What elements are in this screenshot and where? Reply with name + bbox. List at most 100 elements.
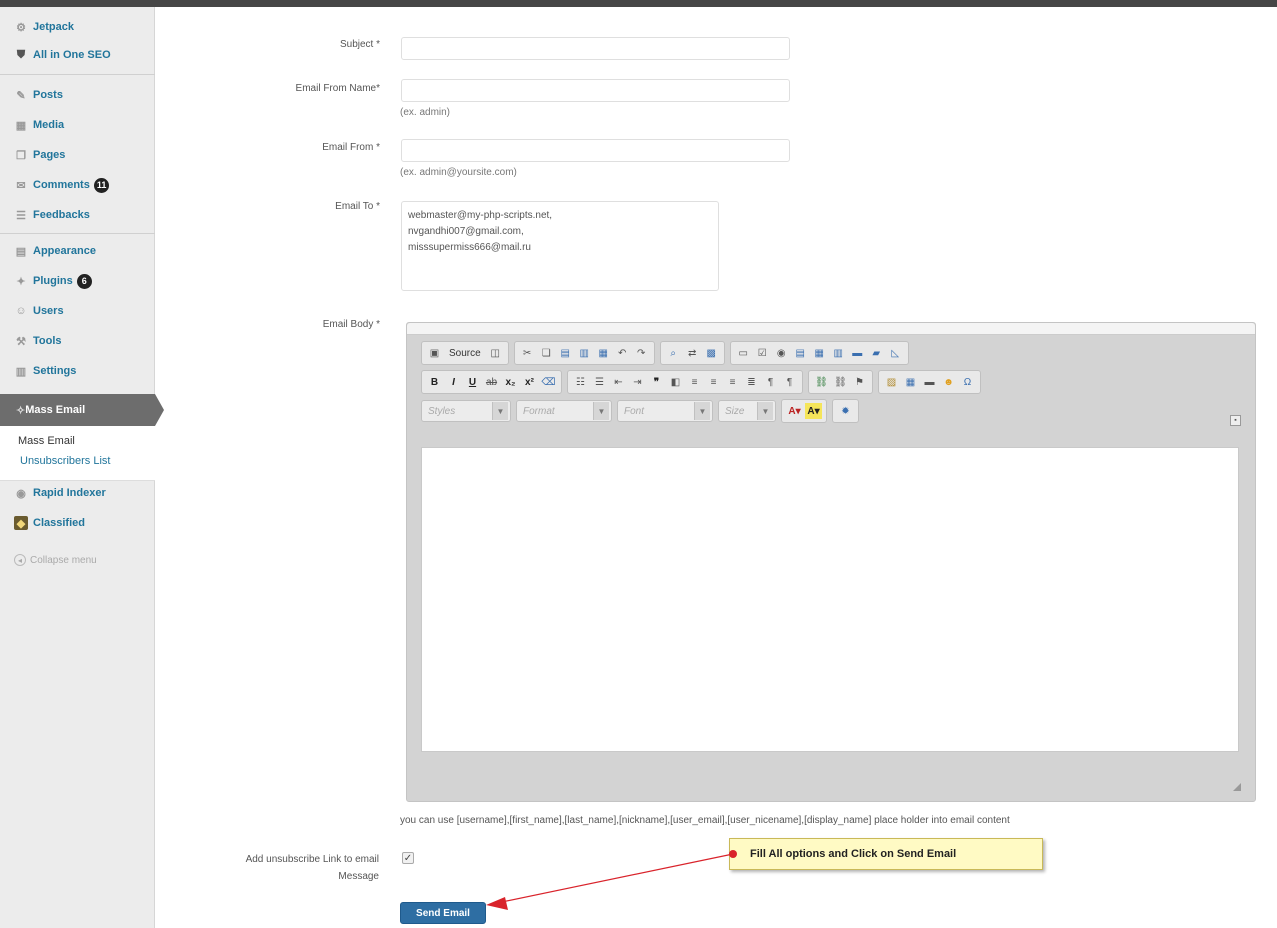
sidebar-item-seo[interactable]: ⛊ All in One SEO: [0, 41, 155, 69]
sidebar-item-label: Classified: [33, 517, 85, 529]
sidebar-item-comments[interactable]: ✉ Comments 11: [0, 171, 155, 199]
font-dropdown[interactable]: Font ▼: [617, 400, 713, 422]
anchor-icon[interactable]: ⚑: [851, 374, 868, 390]
cut-icon[interactable]: ✂: [519, 345, 536, 361]
editor-top-bar: [407, 323, 1255, 335]
sidebar-item-label: Tools: [33, 335, 62, 347]
textfield-icon[interactable]: ▤: [792, 345, 809, 361]
paste-icon[interactable]: ▤: [557, 345, 574, 361]
checkbox-icon[interactable]: ☑: [754, 345, 771, 361]
email-to-line: webmaster@my-php-scripts.net,: [408, 210, 553, 221]
align-center-icon[interactable]: ≡: [705, 374, 722, 390]
select-all-icon[interactable]: ▩: [703, 345, 720, 361]
form-icon[interactable]: ▭: [735, 345, 752, 361]
toolbar-group-paragraph: ☷ ☰ ⇤ ⇥ ❞ ◧ ≡ ≡ ≡ ≣ ¶ ¶: [567, 370, 803, 394]
ltr-icon[interactable]: ¶: [762, 374, 779, 390]
sidebar-item-label: Appearance: [33, 245, 96, 257]
seo-shield-icon: ⛊: [16, 48, 26, 61]
remove-format-icon[interactable]: ⌫: [540, 374, 557, 390]
text-color-icon[interactable]: A▾: [786, 403, 803, 419]
styles-dropdown[interactable]: Styles ▼: [421, 400, 511, 422]
align-justify-icon[interactable]: ≣: [743, 374, 760, 390]
sidebar-item-rapid-indexer[interactable]: ◉ Rapid Indexer: [0, 479, 155, 507]
subject-input[interactable]: [401, 37, 790, 60]
send-email-button[interactable]: Send Email: [400, 902, 486, 924]
bulleted-list-icon[interactable]: ☰: [591, 374, 608, 390]
link-icon[interactable]: ⛓: [813, 374, 830, 390]
image-button-icon[interactable]: ▰: [868, 345, 885, 361]
sidebar-item-mass-email-active[interactable]: ✧ Mass Email: [0, 394, 164, 426]
email-to-textarea[interactable]: webmaster@my-php-scripts.net, nvgandhi00…: [401, 201, 719, 291]
special-char-icon[interactable]: Ω: [959, 374, 976, 390]
email-from-name-input[interactable]: [401, 79, 790, 102]
align-right-icon[interactable]: ≡: [724, 374, 741, 390]
subscript-icon[interactable]: x₂: [502, 374, 519, 390]
indent-icon[interactable]: ⇥: [629, 374, 646, 390]
rtl-icon[interactable]: ¶: [781, 374, 798, 390]
numbered-list-icon[interactable]: ☷: [572, 374, 589, 390]
plugin-update-badge: 6: [76, 273, 92, 289]
toolbar-group-tools: ✹: [832, 399, 859, 423]
collapse-toolbar-icon[interactable]: ▪: [1230, 415, 1241, 426]
jetpack-icon: ⚙: [16, 21, 26, 34]
underline-icon[interactable]: U: [464, 374, 481, 390]
collapse-menu-button[interactable]: ◂ Collapse menu: [14, 554, 97, 566]
sidebar-item-pages[interactable]: ❐ Pages: [0, 141, 155, 169]
div-container-icon[interactable]: ◧: [667, 374, 684, 390]
horizontal-rule-icon[interactable]: ▬: [921, 374, 938, 390]
select-field-icon[interactable]: ▥: [830, 345, 847, 361]
preview-icon[interactable]: ◫: [487, 345, 504, 361]
submenu-unsubscribers-list[interactable]: Unsubscribers List: [20, 455, 110, 467]
submenu-mass-email[interactable]: Mass Email: [18, 435, 75, 447]
paste-word-icon[interactable]: ▦: [595, 345, 612, 361]
size-dropdown[interactable]: Size ▼: [718, 400, 776, 422]
hidden-field-icon[interactable]: ◺: [887, 345, 904, 361]
sidebar-item-tools[interactable]: ⚒ Tools: [0, 327, 155, 355]
sidebar-item-feedbacks[interactable]: ☰ Feedbacks: [0, 201, 155, 229]
show-blocks-icon[interactable]: ✹: [837, 403, 854, 419]
outdent-icon[interactable]: ⇤: [610, 374, 627, 390]
chevron-down-icon: ▼: [694, 402, 710, 420]
radio-icon[interactable]: ◉: [773, 345, 790, 361]
superscript-icon[interactable]: x²: [521, 374, 538, 390]
redo-icon[interactable]: ↷: [633, 345, 650, 361]
sidebar-item-users[interactable]: ☺ Users: [0, 297, 155, 325]
align-left-icon[interactable]: ≡: [686, 374, 703, 390]
sidebar-item-classified[interactable]: ◆ Classified: [0, 509, 155, 537]
toolbar-group-basic-styles: B I U ab x₂ x² ⌫: [421, 370, 562, 394]
mass-email-submenu: Mass Email Unsubscribers List: [0, 426, 155, 481]
unsubscribe-link-checkbox[interactable]: ✓: [402, 852, 414, 864]
undo-icon[interactable]: ↶: [614, 345, 631, 361]
sidebar-item-appearance[interactable]: ▤ Appearance: [0, 237, 155, 265]
email-from-input[interactable]: [401, 139, 790, 162]
sidebar-item-plugins[interactable]: ✦ Plugins 6: [0, 267, 155, 295]
sidebar-item-posts[interactable]: ✎ Posts: [0, 81, 155, 109]
email-from-name-hint: (ex. admin): [400, 107, 451, 118]
callout-arrow-head: [486, 897, 508, 910]
background-color-icon[interactable]: A▾: [805, 403, 822, 419]
copy-icon[interactable]: ❏: [538, 345, 555, 361]
classified-icon: ◆: [14, 516, 28, 530]
sidebar-item-settings[interactable]: ▥ Settings: [0, 357, 155, 385]
table-icon[interactable]: ▦: [902, 374, 919, 390]
replace-icon[interactable]: ⇄: [684, 345, 701, 361]
resize-handle-icon[interactable]: [1233, 783, 1241, 791]
sidebar-item-media[interactable]: ▦ Media: [0, 111, 155, 139]
find-icon[interactable]: ⌕: [665, 345, 682, 361]
font-dropdown-label: Font: [624, 405, 645, 417]
strike-icon[interactable]: ab: [483, 374, 500, 390]
comment-icon: ✉: [16, 179, 26, 192]
image-icon[interactable]: ▨: [883, 374, 900, 390]
textarea-icon[interactable]: ▦: [811, 345, 828, 361]
blockquote-icon[interactable]: ❞: [648, 374, 665, 390]
paste-text-icon[interactable]: ▥: [576, 345, 593, 361]
format-dropdown[interactable]: Format ▼: [516, 400, 612, 422]
editor-content-area[interactable]: [421, 447, 1239, 752]
sidebar-item-jetpack[interactable]: ⚙ Jetpack: [0, 13, 155, 41]
italic-icon[interactable]: I: [445, 374, 462, 390]
unlink-icon[interactable]: ⛓: [832, 374, 849, 390]
smiley-icon[interactable]: ☻: [940, 374, 957, 390]
button-field-icon[interactable]: ▬: [849, 345, 866, 361]
source-button[interactable]: Source: [445, 345, 485, 361]
bold-icon[interactable]: B: [426, 374, 443, 390]
